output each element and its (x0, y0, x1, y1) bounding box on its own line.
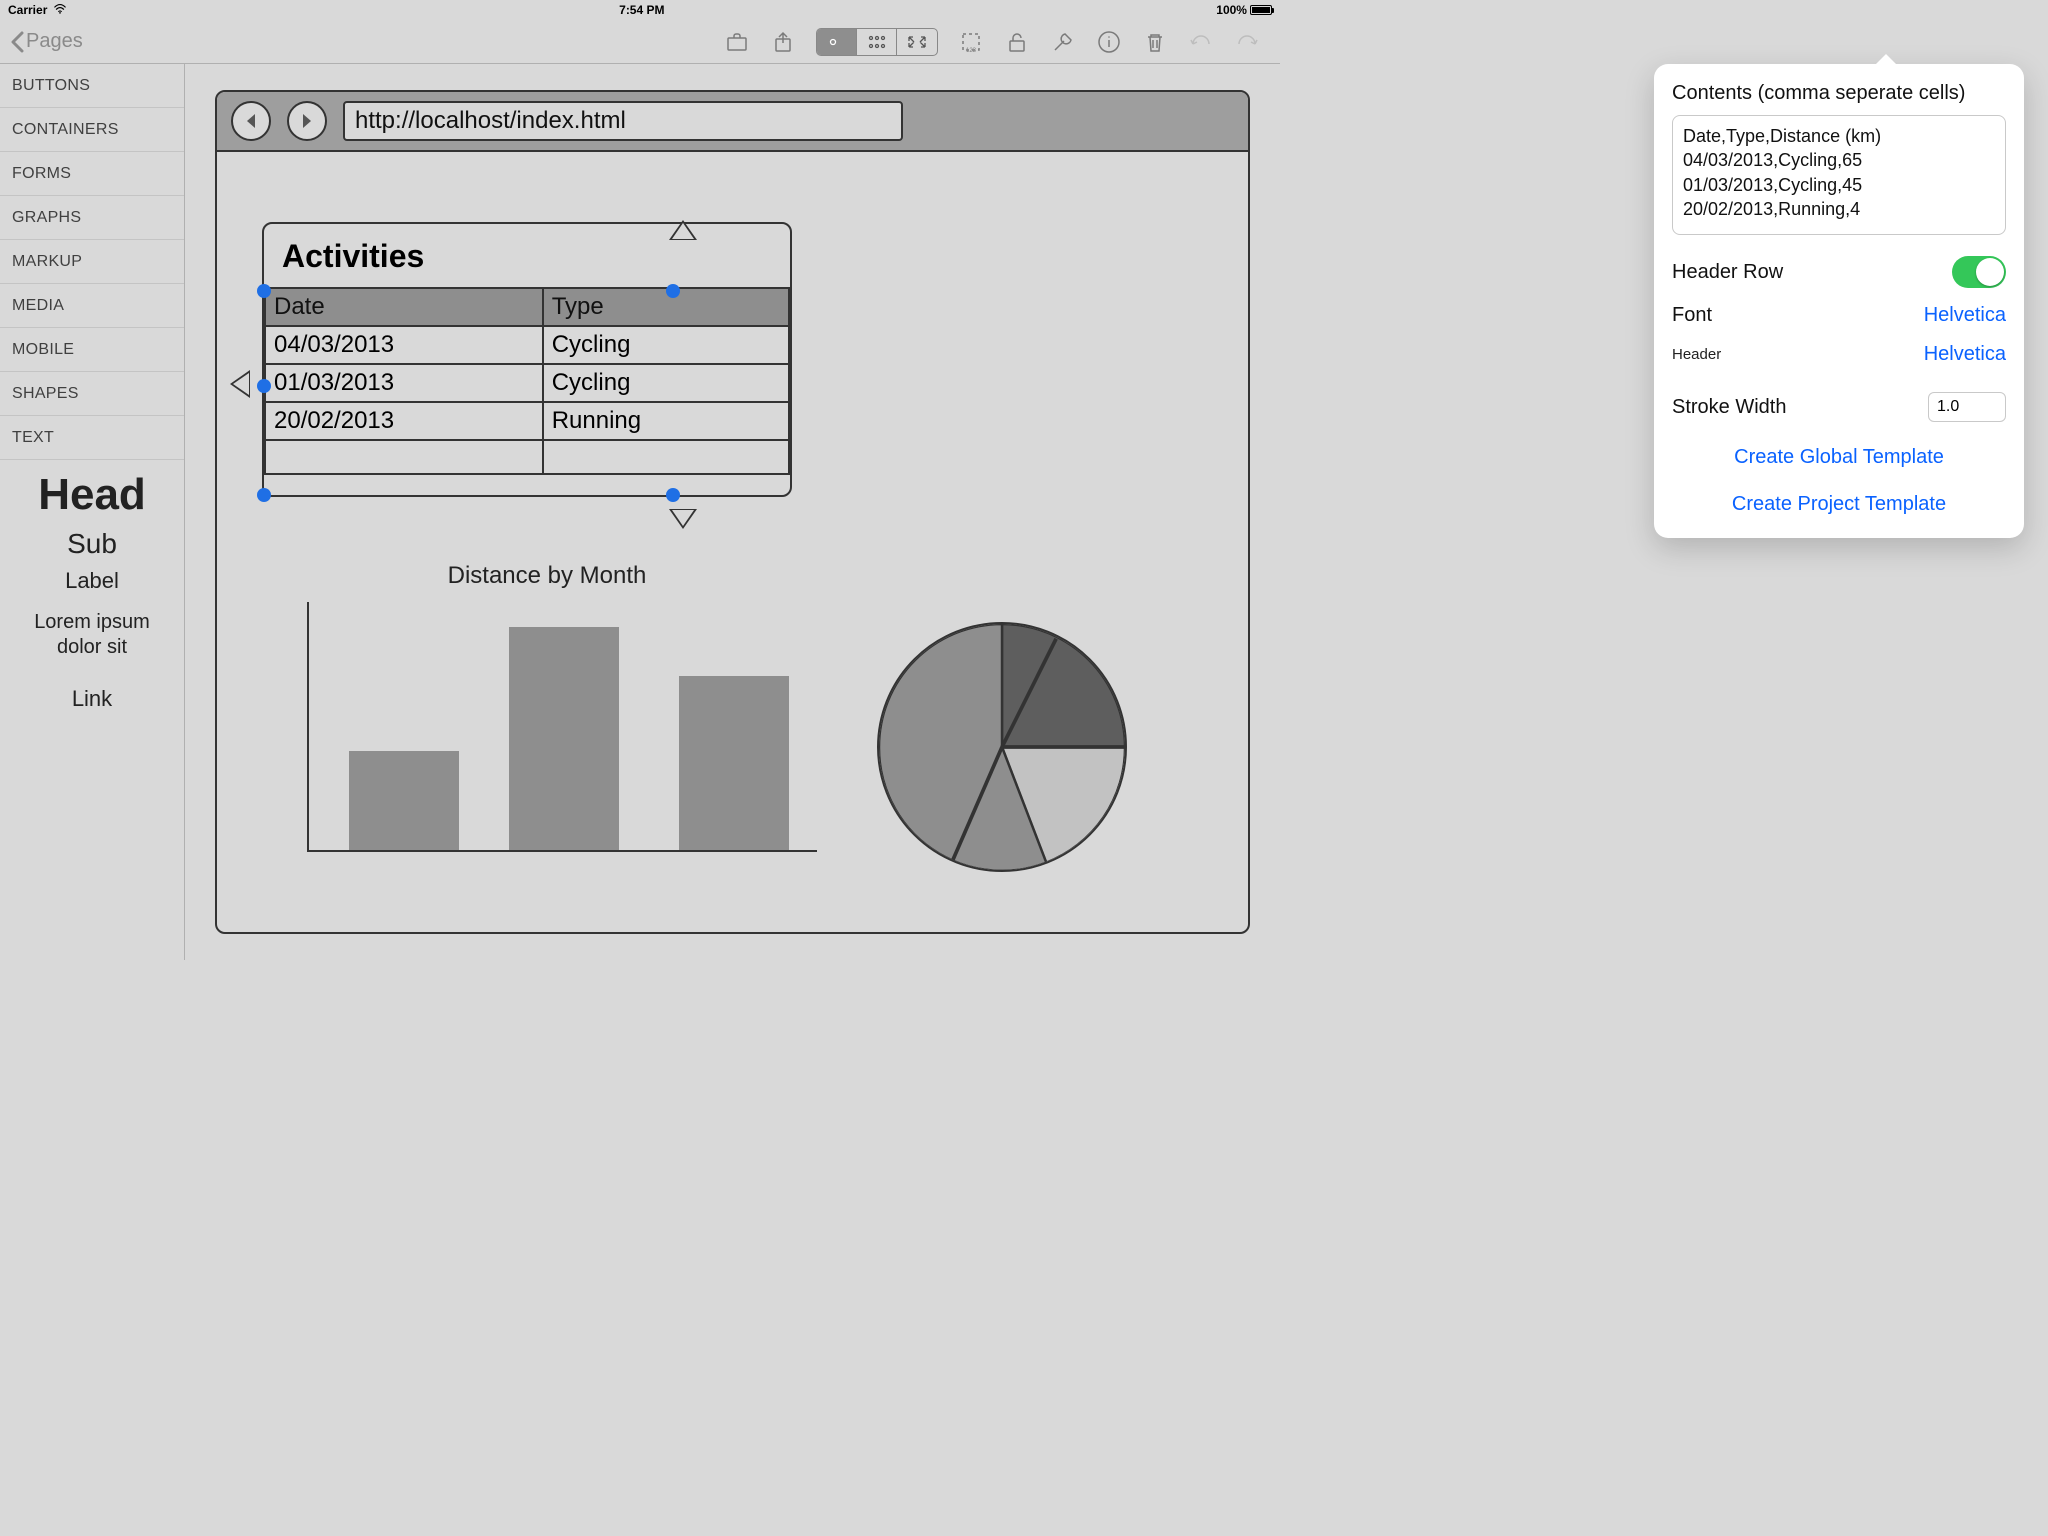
cell: 01/03/2013 (265, 364, 543, 402)
undo-icon[interactable] (1188, 29, 1214, 55)
contents-label: Contents (comma seperate cells) (1672, 82, 2006, 105)
stencil-link[interactable]: Link (72, 686, 112, 712)
stencil-subheading[interactable]: Sub (67, 528, 117, 560)
sidebar-item-shapes[interactable]: SHAPES (0, 372, 184, 416)
cell: 04/03/2013 (265, 326, 543, 364)
lock-open-icon[interactable] (1004, 29, 1030, 55)
stroke-width-label: Stroke Width (1672, 396, 1786, 419)
browser-back-button[interactable] (231, 101, 271, 141)
pie-chart-widget[interactable] (877, 622, 1127, 872)
sidebar-item-forms[interactable]: FORMS (0, 152, 184, 196)
resize-left-arrow[interactable] (230, 370, 250, 398)
info-icon[interactable] (1096, 29, 1122, 55)
view-grid-icon[interactable] (857, 29, 897, 55)
header-font-label: Header (1672, 346, 1721, 363)
marquee-icon[interactable]: 123 (958, 29, 984, 55)
resize-down-arrow[interactable] (669, 509, 697, 529)
contents-textarea[interactable] (1672, 115, 2006, 235)
activities-table-widget[interactable]: Activities Date Type 04/03/2013Cycling 0… (262, 222, 792, 497)
create-project-template-button[interactable]: Create Project Template (1672, 493, 2006, 516)
browser-url-field[interactable]: http://localhost/index.html (343, 101, 903, 141)
table-row[interactable] (265, 440, 789, 474)
resize-up-arrow[interactable] (669, 220, 697, 240)
header-row-label: Header Row (1672, 261, 1783, 284)
selection-handle[interactable] (257, 379, 271, 393)
share-icon[interactable] (770, 29, 796, 55)
sidebar-item-mobile[interactable]: MOBILE (0, 328, 184, 372)
activities-title: Activities (264, 224, 790, 287)
create-global-template-button[interactable]: Create Global Template (1672, 446, 2006, 469)
stroke-width-input[interactable] (1928, 392, 2006, 422)
bar (679, 676, 789, 850)
selection-handle[interactable] (666, 488, 680, 502)
stencil-sidebar: BUTTONS CONTAINERS FORMS GRAPHS MARKUP M… (0, 64, 185, 960)
header-font-value[interactable]: Helvetica (1924, 343, 2006, 366)
bar-chart-axes (307, 602, 817, 852)
svg-text:123: 123 (966, 48, 977, 54)
cell (265, 440, 543, 474)
stencil-previews: Head Sub Label Lorem ipsum dolor sit Lin… (0, 460, 184, 722)
bar-chart-title: Distance by Month (267, 562, 827, 590)
carrier-label: Carrier (8, 3, 47, 17)
sidebar-item-containers[interactable]: CONTAINERS (0, 108, 184, 152)
sidebar-item-media[interactable]: MEDIA (0, 284, 184, 328)
browser-forward-button[interactable] (287, 101, 327, 141)
view-expand-icon[interactable] (897, 29, 937, 55)
sidebar-item-buttons[interactable]: BUTTONS (0, 64, 184, 108)
inspector-popover: Contents (comma seperate cells) Header R… (1654, 64, 2024, 538)
cell: Running (543, 402, 789, 440)
table-row[interactable]: 20/02/2013Running (265, 402, 789, 440)
briefcase-icon[interactable] (724, 29, 750, 55)
trash-icon[interactable] (1142, 29, 1168, 55)
table-row[interactable]: 04/03/2013Cycling (265, 326, 789, 364)
stencil-paragraph[interactable]: Lorem ipsum dolor sit (14, 610, 170, 660)
back-label: Pages (26, 30, 83, 53)
design-canvas[interactable]: http://localhost/index.html Activities D… (185, 64, 1280, 960)
font-label: Font (1672, 304, 1712, 327)
col-date: Date (265, 288, 543, 326)
sidebar-item-markup[interactable]: MARKUP (0, 240, 184, 284)
cell: Cycling (543, 364, 789, 402)
cell: 20/02/2013 (265, 402, 543, 440)
bar (509, 627, 619, 850)
cell (543, 440, 789, 474)
font-value[interactable]: Helvetica (1924, 304, 2006, 327)
sidebar-item-text[interactable]: TEXT (0, 416, 184, 460)
table-row[interactable]: 01/03/2013Cycling (265, 364, 789, 402)
selection-handle[interactable] (666, 284, 680, 298)
wifi-icon (53, 3, 67, 17)
top-toolbar: Pages 123 (0, 20, 1280, 64)
stencil-heading[interactable]: Head (38, 470, 146, 520)
bar (349, 751, 459, 850)
clock-label: 7:54 PM (619, 3, 664, 17)
sidebar-item-graphs[interactable]: GRAPHS (0, 196, 184, 240)
view-mode-segmented[interactable] (816, 28, 938, 56)
selection-handle[interactable] (257, 488, 271, 502)
selection-handle[interactable] (257, 284, 271, 298)
battery-percent: 100% (1216, 3, 1247, 17)
back-button[interactable]: Pages (10, 30, 83, 53)
status-bar: Carrier 7:54 PM 100% (0, 0, 1280, 20)
cell: Cycling (543, 326, 789, 364)
redo-icon[interactable] (1234, 29, 1260, 55)
header-row-switch[interactable] (1952, 256, 2006, 288)
bar-chart-widget[interactable]: Distance by Month (267, 562, 827, 862)
battery-indicator: 100% (1216, 3, 1272, 17)
stencil-label[interactable]: Label (65, 568, 119, 594)
wrench-icon[interactable] (1050, 29, 1076, 55)
activities-table[interactable]: Date Type 04/03/2013Cycling 01/03/2013Cy… (264, 287, 790, 475)
view-single-icon[interactable] (817, 29, 857, 55)
browser-wireframe[interactable]: http://localhost/index.html Activities D… (215, 90, 1250, 934)
